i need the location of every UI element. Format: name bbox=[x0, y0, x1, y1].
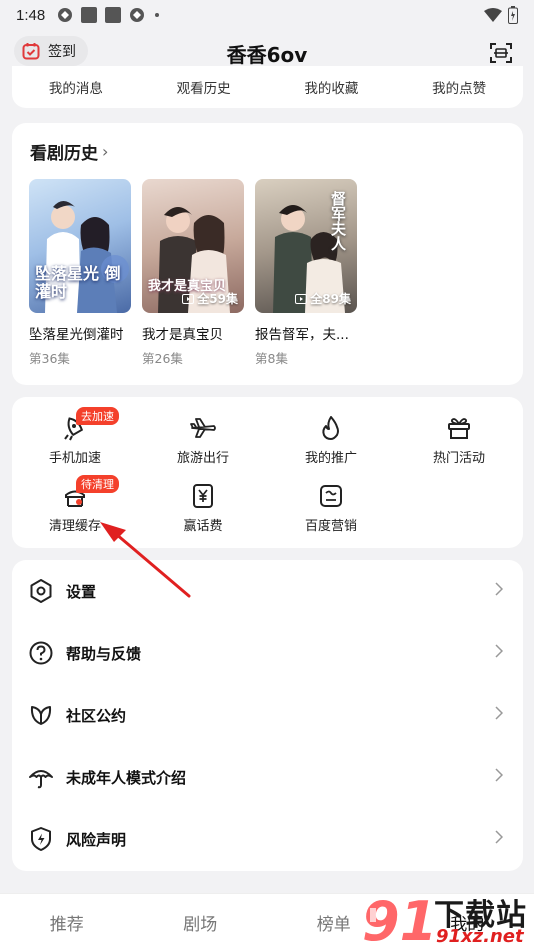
menu-item-minor-mode[interactable]: 未成年人模式介绍 bbox=[12, 746, 523, 808]
poster-title-art: 督军夫人 bbox=[329, 191, 347, 251]
menu-item-help-feedback[interactable]: 帮助与反馈 bbox=[12, 622, 523, 684]
menu-label: 风险声明 bbox=[66, 830, 127, 849]
drama-poster: 我才是真宝贝 全59集 bbox=[142, 179, 244, 313]
menu-label: 帮助与反馈 bbox=[66, 644, 142, 663]
checkin-button[interactable]: 签到 bbox=[14, 36, 88, 66]
quick-links-card: 我的消息 观看历史 我的收藏 我的点赞 bbox=[12, 66, 523, 108]
leaf-icon bbox=[30, 706, 52, 725]
tool-travel[interactable]: 旅游出行 bbox=[148, 415, 258, 466]
tool-label: 百度营销 bbox=[304, 519, 357, 534]
chevron-right-icon bbox=[495, 768, 503, 782]
menu-label: 未成年人模式介绍 bbox=[66, 768, 187, 787]
tool-win-credit[interactable]: 赢话费 bbox=[148, 483, 258, 534]
help-icon bbox=[29, 641, 53, 665]
episode-total: 全59集 bbox=[197, 292, 238, 306]
quick-link-likes[interactable]: 我的点赞 bbox=[395, 77, 523, 97]
history-header[interactable]: 看剧历史 › bbox=[30, 139, 108, 164]
drama-item[interactable]: 坠落星光 倒灌时 坠落星光倒灌时 第36集 bbox=[29, 179, 132, 367]
drama-name: 坠落星光倒灌时 bbox=[29, 327, 124, 343]
episode-count-badge: 全59集 bbox=[182, 290, 238, 307]
tool-baidu-marketing[interactable]: 百度营销 bbox=[276, 483, 386, 534]
drama-episode: 第8集 bbox=[255, 351, 288, 366]
menu-item-settings[interactable]: 设置 bbox=[12, 560, 523, 622]
drama-poster: 坠落星光 倒灌时 bbox=[29, 179, 131, 313]
quick-link-watch-history[interactable]: 观看历史 bbox=[140, 77, 268, 97]
wifi-icon bbox=[484, 8, 502, 22]
tool-label: 热门活动 bbox=[432, 451, 485, 466]
notification-icon bbox=[57, 7, 73, 23]
notification-icon bbox=[105, 7, 122, 23]
tool-label: 旅游出行 bbox=[176, 451, 229, 466]
tool-label: 清理缓存 bbox=[48, 519, 101, 534]
status-bar: 1:48 bbox=[0, 0, 534, 30]
episode-count-badge: 全89集 bbox=[295, 290, 351, 307]
chevron-right-icon bbox=[495, 706, 503, 720]
tool-badge: 待清理 bbox=[76, 475, 119, 493]
tool-badge: 去加速 bbox=[76, 407, 119, 425]
drama-name: 报告督军，夫... bbox=[255, 327, 349, 343]
chevron-right-icon bbox=[495, 582, 503, 596]
menu-label: 社区公约 bbox=[66, 706, 127, 725]
play-box-icon bbox=[182, 294, 195, 304]
drama-poster: 督军夫人 全89集 bbox=[255, 179, 357, 313]
chevron-right-icon bbox=[495, 830, 503, 844]
airplane-icon bbox=[190, 418, 216, 438]
flame-icon bbox=[322, 416, 339, 440]
notification-icon bbox=[129, 7, 145, 23]
drama-item[interactable]: 我才是真宝贝 全59集 我才是真宝贝 第26集 bbox=[142, 179, 245, 367]
drama-episode: 第36集 bbox=[29, 351, 70, 366]
settings-menu-card: 设置 帮助与反馈 社区公约 未成年人模式介绍 风险声明 bbox=[12, 560, 523, 871]
checkin-label: 签到 bbox=[48, 44, 76, 60]
menu-label: 设置 bbox=[66, 582, 97, 601]
umbrella-icon bbox=[29, 770, 53, 789]
tools-card: 去加速 手机加速 旅游出行 我的推广 热门活动 待清理 清理缓存 赢话费 百度营… bbox=[12, 397, 523, 548]
nav-tab-recommend[interactable]: 推荐 bbox=[0, 910, 134, 935]
site-watermark: 91 下载站 91xz.net bbox=[362, 888, 534, 950]
chevron-right-icon: › bbox=[102, 142, 109, 161]
menu-item-risk-statement[interactable]: 风险声明 bbox=[12, 808, 523, 870]
drama-item[interactable]: 督军夫人 全89集 报告督军，夫... 第8集 bbox=[255, 179, 358, 367]
drama-name: 我才是真宝贝 bbox=[142, 327, 223, 343]
battery-icon bbox=[508, 6, 518, 24]
shield-icon bbox=[31, 827, 51, 851]
tool-hot-events[interactable]: 热门活动 bbox=[404, 415, 514, 466]
page-title: 香香6ov bbox=[226, 42, 308, 67]
tool-phone-boost[interactable]: 去加速 手机加速 bbox=[20, 407, 130, 466]
status-time: 1:48 bbox=[16, 6, 46, 24]
quick-link-messages[interactable]: 我的消息 bbox=[12, 77, 140, 97]
watch-history-card: 看剧历史 › 坠落星光 倒灌时 坠落星光倒灌时 第36集 我才是真宝贝 全59集… bbox=[12, 123, 523, 385]
play-box-icon bbox=[295, 294, 308, 304]
watermark-url: 91xz.net bbox=[436, 926, 524, 947]
tool-label: 手机加速 bbox=[48, 451, 101, 466]
episode-total: 全89集 bbox=[310, 292, 351, 306]
history-title: 看剧历史 bbox=[30, 144, 98, 164]
tool-clear-cache[interactable]: 待清理 清理缓存 bbox=[20, 475, 130, 534]
notification-icon bbox=[81, 7, 98, 23]
settings-icon bbox=[30, 579, 52, 603]
quick-link-favorites[interactable]: 我的收藏 bbox=[268, 77, 396, 97]
chevron-right-icon bbox=[495, 644, 503, 658]
tool-promotion[interactable]: 我的推广 bbox=[276, 415, 386, 466]
yen-card-icon bbox=[193, 484, 213, 508]
chart-card-icon bbox=[320, 485, 342, 507]
drama-episode: 第26集 bbox=[142, 351, 183, 366]
calendar-check-icon bbox=[22, 43, 40, 60]
nav-tab-theater[interactable]: 剧场 bbox=[134, 910, 268, 935]
tool-label: 赢话费 bbox=[183, 519, 223, 534]
scan-icon[interactable] bbox=[490, 42, 512, 64]
menu-item-community-rules[interactable]: 社区公约 bbox=[12, 684, 523, 746]
gift-icon bbox=[448, 418, 470, 439]
poster-title-art: 坠落星光 倒灌时 bbox=[35, 264, 121, 301]
more-notifications-icon bbox=[155, 13, 160, 17]
tool-label: 我的推广 bbox=[304, 451, 357, 466]
